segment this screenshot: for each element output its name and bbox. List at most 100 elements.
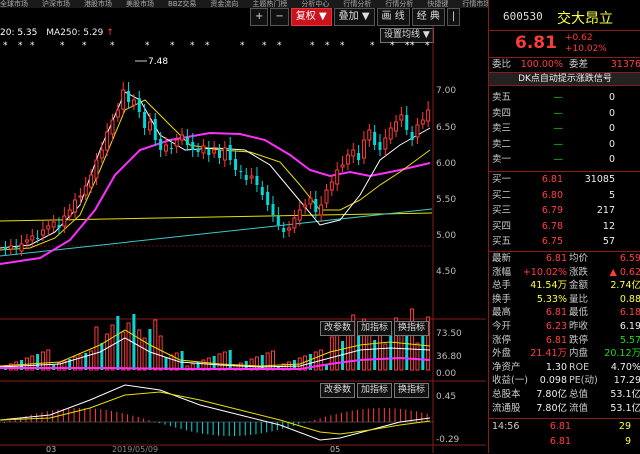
panel-divider <box>489 57 640 58</box>
signal-banner[interactable]: DK点自动提示涨跌信号 <box>489 72 640 86</box>
candle-body-up <box>164 144 168 152</box>
candle-body-up <box>415 124 420 138</box>
volume-bar-down <box>389 331 393 370</box>
candle-body-down <box>244 175 248 180</box>
candle-body-down <box>282 228 286 232</box>
order-level: 卖三 <box>492 123 512 134</box>
panel-divider <box>489 251 640 252</box>
stat-value: 6.23 <box>545 321 567 332</box>
candle-body-down <box>239 171 243 172</box>
switch-indicator-button[interactable]: 换指标 <box>394 383 430 398</box>
volume-bar-up <box>126 322 131 371</box>
candle-body-up <box>394 121 399 132</box>
candle-body-down <box>169 148 173 149</box>
change-param-button[interactable]: 改参数 <box>320 383 356 398</box>
stat-label: 外盘 <box>492 348 512 360</box>
candle-body-up <box>345 154 350 165</box>
signal-star: * <box>60 41 65 51</box>
macd-bar-pos <box>394 408 396 422</box>
macd-bar-pos <box>4 422 5 423</box>
stat-value: 6.18 <box>619 307 640 319</box>
stat-label: 流通股 <box>492 402 521 414</box>
price-tick: 5.50 <box>436 195 457 205</box>
stat-row: 流通股 7.80亿 流值 53.1亿 <box>489 403 640 414</box>
macd-bar-pos <box>351 410 353 422</box>
candle-body-up <box>94 159 99 179</box>
macd-bar-pos <box>9 420 11 422</box>
candle-body-up <box>89 174 94 188</box>
current-price: 6.81 <box>515 33 557 53</box>
stat-value: 0.098 <box>539 375 567 387</box>
stat-value: 6.59 <box>619 253 640 264</box>
stat-row: 净资产 1.30 ROE 4.70% <box>489 362 640 373</box>
panel-divider <box>489 30 640 31</box>
stat-value: 6.81 <box>545 307 567 319</box>
candle-body-up <box>303 204 308 208</box>
macd-bar-neg <box>169 422 171 427</box>
candle-body-down <box>314 199 318 212</box>
macd-bar-neg <box>250 422 252 435</box>
stat-label: PE(动) <box>569 375 598 387</box>
add-indicator-button[interactable]: 加指标 <box>357 383 393 398</box>
add-indicator-button[interactable]: 加指标 <box>357 321 393 336</box>
macd-bar-neg <box>223 422 225 436</box>
signal-star: * <box>425 41 430 51</box>
candle-body-up <box>399 114 404 121</box>
macd-bar-pos <box>341 412 343 422</box>
stat-label: 金额 <box>569 280 589 292</box>
stat-value: 17.29 <box>613 375 640 387</box>
stat-row: 今开 6.23 昨收 6.19 <box>489 321 640 332</box>
candle-body-up <box>287 227 292 231</box>
order-level: 卖一 <box>492 154 512 165</box>
macd-bar-neg <box>159 422 161 424</box>
order-row: 卖一 — 0 <box>489 154 640 165</box>
signal-star: * <box>340 41 345 51</box>
stat-label: 总股本 <box>492 389 521 400</box>
order-level: 卖五 <box>492 92 512 103</box>
stat-label: 换手 <box>492 293 512 305</box>
macd-bar-pos <box>314 419 316 422</box>
macd-bar-neg <box>175 422 177 428</box>
price-tick: 4.50 <box>436 267 457 277</box>
macd-bar-pos <box>84 408 86 422</box>
volume-bar-up <box>217 353 222 371</box>
candle-body-down <box>127 91 131 102</box>
volume-bar-up <box>105 333 110 371</box>
volume-bar-up <box>158 335 163 371</box>
macd-bar-pos <box>335 414 337 422</box>
order-price: 6.81 <box>541 174 563 185</box>
candle-body-up <box>105 131 110 151</box>
candle-body-up <box>73 199 78 213</box>
volume-bar-up <box>137 329 142 371</box>
candle-body-down <box>137 98 141 112</box>
volume-bar-down <box>228 350 232 370</box>
candle-body-up <box>319 204 324 216</box>
order-row: 买五 6.75 57 <box>489 236 640 247</box>
candle-body-down <box>159 139 163 150</box>
candle-body-up <box>83 185 88 196</box>
signal-banner-label: DK点自动提示涨跌信号 <box>518 74 612 84</box>
order-level: 买五 <box>492 236 512 247</box>
signal-star: * <box>240 41 245 51</box>
macd-bar-pos <box>137 417 139 422</box>
stat-value: 6.81 <box>545 253 567 264</box>
macd-bar-neg <box>239 422 241 436</box>
candle-body-down <box>378 142 382 150</box>
order-price: 6.75 <box>541 236 563 247</box>
order-volume: 57 <box>602 236 615 247</box>
stat-row: 收益(一) 0.098 PE(动) 17.29 <box>489 375 640 386</box>
macd-bar-pos <box>378 408 380 422</box>
candle-body-up <box>361 139 366 159</box>
macd-bar-pos <box>426 413 428 422</box>
stat-row: 外盘 21.41万 内盘 20.12万 <box>489 348 640 359</box>
stock-name: 交大昂立 <box>557 11 613 27</box>
switch-indicator-button[interactable]: 换指标 <box>394 321 430 336</box>
stat-value: 7.80亿 <box>536 389 567 400</box>
macd-bar-pos <box>319 418 321 422</box>
candle-body-up <box>388 127 393 140</box>
macd-bar-pos <box>41 412 43 422</box>
macd-bar-pos <box>346 411 348 422</box>
candle-body-up <box>367 129 372 141</box>
change-param-button[interactable]: 改参数 <box>320 321 356 336</box>
candle-body-up <box>110 119 115 135</box>
